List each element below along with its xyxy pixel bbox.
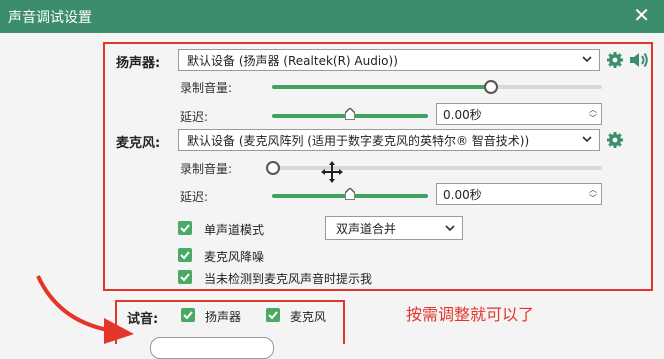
mic-delay-spinbox[interactable]: 0.00秒 ︿ ﹀ [436, 183, 602, 205]
speaker-delay-value: 0.00秒 [443, 108, 482, 122]
mic-device-dropdown[interactable]: 默认设备 (麦克风阵列 (适用于数字麦克风的英特尔® 智音技术)) [178, 129, 600, 151]
mic-delay-value: 0.00秒 [443, 188, 482, 202]
title-bar: 声音调试设置 ✕ [0, 0, 664, 33]
test-speaker-label: 扬声器 [205, 310, 242, 324]
mic-delay-label: 延迟: [180, 190, 209, 204]
noise-reduction-label: 麦克风降噪 [204, 250, 265, 264]
test-mic-checkbox[interactable] [266, 308, 280, 322]
chevron-down-icon [582, 56, 592, 63]
window-title: 声音调试设置 [8, 10, 92, 26]
speaker-settings-gear-icon[interactable] [606, 51, 624, 69]
mono-mode-checkbox[interactable] [178, 221, 192, 235]
checkmark-icon [268, 311, 278, 320]
mic-notify-label: 当未检测到麦克风声音时提示我 [204, 272, 373, 286]
mic-notify-checkbox[interactable] [178, 270, 192, 284]
mic-delay-slider[interactable] [272, 188, 428, 200]
mic-volume-thumb[interactable] [266, 161, 280, 175]
checkmark-icon [180, 273, 190, 282]
arrow-icon [36, 275, 134, 344]
test-button[interactable] [150, 337, 274, 359]
move-cursor-icon [321, 161, 343, 183]
close-icon[interactable]: ✕ [633, 4, 650, 26]
mono-mode-label: 单声道模式 [204, 223, 265, 237]
checkmark-icon [180, 251, 190, 260]
speaker-delay-slider[interactable] [272, 108, 428, 120]
checkmark-icon [180, 224, 190, 233]
chevron-down-icon [445, 225, 455, 232]
mic-volume-label: 录制音量: [180, 162, 233, 176]
spin-arrows-icon[interactable]: ︿ ﹀ [588, 105, 598, 123]
mic-label: 麦克风: [116, 136, 161, 151]
chevron-down-icon [582, 136, 592, 143]
annotation-text: 按需调整就可以了 [406, 305, 535, 324]
mono-mode-dropdown[interactable]: 双声道合并 [325, 216, 463, 240]
speaker-volume-fill [272, 85, 490, 89]
speaker-label: 扬声器: [116, 56, 161, 71]
test-speaker-checkbox[interactable] [181, 308, 195, 322]
speaker-icon[interactable] [628, 50, 650, 70]
checkmark-icon [183, 311, 193, 320]
speaker-device-value: 默认设备 (扬声器 (Realtek(R) Audio)) [187, 54, 398, 68]
mic-delay-thumb[interactable] [345, 188, 355, 200]
speaker-volume-slider[interactable] [272, 80, 602, 94]
speaker-device-dropdown[interactable]: 默认设备 (扬声器 (Realtek(R) Audio)) [178, 49, 600, 71]
test-mic-label: 麦克风 [290, 310, 327, 324]
speaker-volume-label: 录制音量: [180, 81, 233, 95]
mic-settings-gear-icon[interactable] [606, 131, 624, 149]
noise-reduction-checkbox[interactable] [178, 248, 192, 262]
speaker-delay-label: 延迟: [180, 110, 209, 124]
speaker-delay-spinbox[interactable]: 0.00秒 ︿ ﹀ [436, 103, 602, 125]
spin-arrows-icon[interactable]: ︿ ﹀ [588, 185, 598, 203]
speaker-delay-thumb[interactable] [345, 108, 355, 120]
mic-device-value: 默认设备 (麦克风阵列 (适用于数字麦克风的英特尔® 智音技术)) [187, 134, 530, 148]
speaker-volume-thumb[interactable] [483, 80, 498, 94]
mono-mode-value: 双声道合并 [336, 222, 397, 236]
